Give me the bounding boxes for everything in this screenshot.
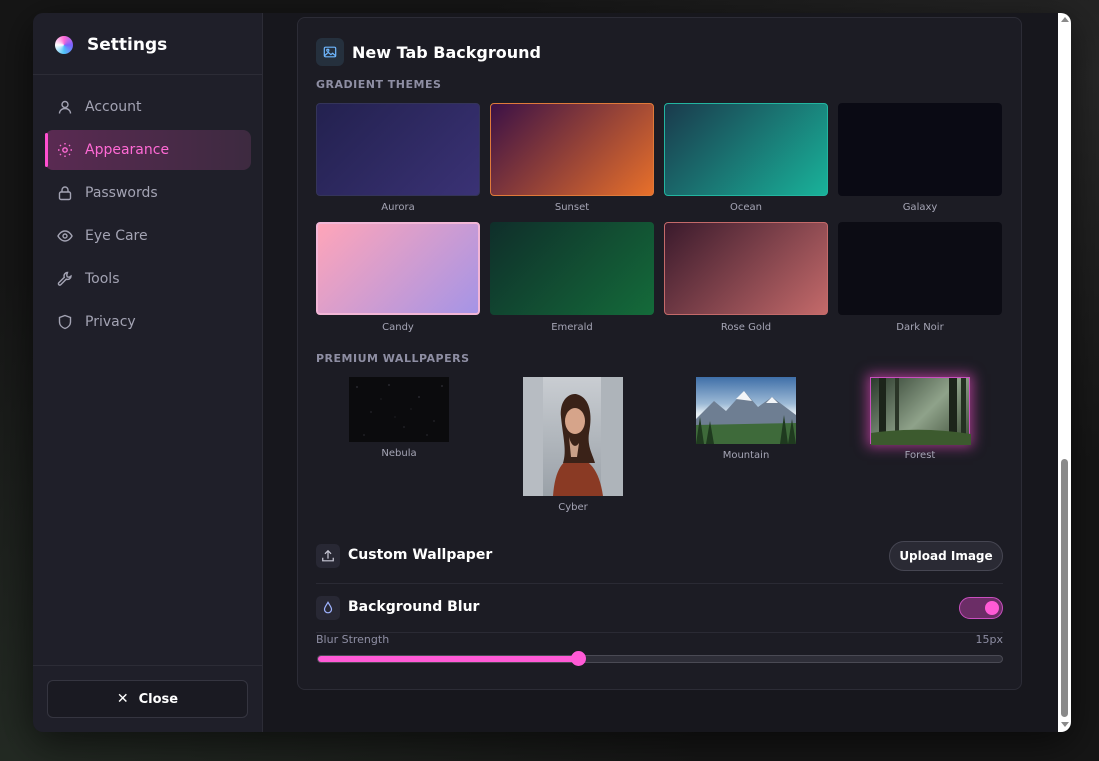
gradient-tile-label: Sunset bbox=[554, 202, 590, 213]
gradient-tile-label: Emerald bbox=[551, 322, 593, 333]
sidebar-item-label: Tools bbox=[85, 271, 120, 287]
scroll-up-arrow-icon[interactable] bbox=[1061, 17, 1069, 22]
sidebar-item-eye-care[interactable]: Eye Care bbox=[45, 216, 251, 256]
sidebar-item-passwords[interactable]: Passwords bbox=[45, 173, 251, 213]
mountain-photo-image bbox=[696, 391, 796, 444]
row-divider bbox=[316, 583, 1003, 584]
upload-image-button[interactable]: Upload Image bbox=[889, 541, 1003, 571]
sidebar-item-label: Privacy bbox=[85, 314, 136, 330]
nebula-stars-image bbox=[356, 384, 443, 436]
wallpaper-label: Cyber bbox=[558, 502, 588, 513]
sidebar-nav: Account Appearance Passwords Eye Care To… bbox=[45, 87, 251, 345]
close-icon: ✕ bbox=[116, 691, 129, 707]
gradient-tile-rose-gold[interactable] bbox=[664, 222, 828, 315]
scroll-down-arrow-icon[interactable] bbox=[1061, 722, 1069, 727]
gradient-tile-galaxy[interactable] bbox=[838, 103, 1002, 196]
new-tab-background-panel: New Tab Background GRADIENT THEMES Auror… bbox=[297, 17, 1022, 690]
blur-strength-slider[interactable] bbox=[317, 655, 1003, 663]
close-button[interactable]: ✕ Close bbox=[47, 680, 248, 718]
sidebar-divider bbox=[33, 74, 263, 75]
blur-strength-label: Blur Strength bbox=[316, 633, 390, 646]
sidebar-item-appearance[interactable]: Appearance bbox=[45, 130, 251, 170]
sidebar-footer-divider bbox=[33, 665, 263, 666]
sidebar-item-label: Passwords bbox=[85, 185, 158, 201]
gradient-tile-label: Galaxy bbox=[902, 202, 938, 213]
custom-wallpaper-label: Custom Wallpaper bbox=[348, 547, 493, 563]
gradient-tile-ocean[interactable] bbox=[664, 103, 828, 196]
sun-icon bbox=[57, 142, 73, 158]
app-logo-icon bbox=[55, 36, 73, 54]
portrait-photo-image bbox=[523, 377, 623, 496]
sidebar-item-label: Account bbox=[85, 99, 142, 115]
row-divider bbox=[316, 632, 1003, 633]
gradient-tile-label: Aurora bbox=[381, 202, 415, 213]
wallpaper-mountain[interactable] bbox=[696, 377, 796, 444]
settings-dialog: Settings Account Appearance Passwords Ey… bbox=[33, 13, 1071, 732]
sidebar-item-label: Eye Care bbox=[85, 228, 148, 244]
gradient-tile-emerald[interactable] bbox=[490, 222, 654, 315]
wallpaper-label: Mountain bbox=[722, 450, 770, 461]
wrench-icon bbox=[57, 271, 73, 287]
blur-icon bbox=[316, 596, 340, 620]
gradient-tile-sunset[interactable] bbox=[490, 103, 654, 196]
gradient-tile-label: Dark Noir bbox=[896, 322, 944, 333]
image-icon bbox=[316, 38, 344, 66]
blur-strength-value: 15px bbox=[975, 633, 1004, 646]
wallpaper-label: Nebula bbox=[381, 448, 417, 459]
forest-photo-image bbox=[871, 378, 971, 445]
close-button-label: Close bbox=[138, 691, 179, 707]
lock-icon bbox=[57, 185, 73, 201]
slider-thumb[interactable] bbox=[571, 651, 586, 666]
wallpaper-forest[interactable] bbox=[870, 377, 971, 445]
panel-header: New Tab Background bbox=[316, 38, 541, 66]
brand: Settings bbox=[55, 33, 167, 57]
premium-wallpapers-label: PREMIUM WALLPAPERS bbox=[316, 352, 470, 365]
background-blur-toggle[interactable] bbox=[959, 597, 1003, 619]
sidebar-item-privacy[interactable]: Privacy bbox=[45, 302, 251, 342]
wallpaper-nebula[interactable] bbox=[349, 377, 449, 442]
background-blur-label: Background Blur bbox=[348, 599, 480, 615]
shield-icon bbox=[57, 314, 73, 330]
slider-fill bbox=[318, 656, 579, 662]
app-title: Settings bbox=[87, 35, 168, 55]
scroll-thumb[interactable] bbox=[1061, 459, 1068, 717]
user-icon bbox=[57, 99, 73, 115]
gradient-tile-label: Rose Gold bbox=[720, 322, 772, 333]
gradient-tile-label: Candy bbox=[382, 322, 414, 333]
main-content: New Tab Background GRADIENT THEMES Auror… bbox=[264, 13, 1058, 732]
sidebar-item-tools[interactable]: Tools bbox=[45, 259, 251, 299]
sidebar-item-account[interactable]: Account bbox=[45, 87, 251, 127]
gradient-tile-dark-noir[interactable] bbox=[838, 222, 1002, 315]
gradient-tile-aurora[interactable] bbox=[316, 103, 480, 196]
toggle-knob bbox=[985, 601, 999, 615]
gradient-tile-label: Ocean bbox=[730, 202, 762, 213]
wallpaper-label: Forest bbox=[904, 450, 936, 461]
sidebar-item-label: Appearance bbox=[85, 142, 170, 158]
eye-icon bbox=[57, 228, 73, 244]
wallpaper-cyber[interactable] bbox=[523, 377, 623, 496]
panel-title: New Tab Background bbox=[352, 42, 541, 62]
gradient-themes-label: GRADIENT THEMES bbox=[316, 78, 442, 91]
upload-icon bbox=[316, 544, 340, 568]
sidebar: Settings Account Appearance Passwords Ey… bbox=[33, 13, 263, 732]
scrollbar[interactable] bbox=[1058, 13, 1071, 732]
gradient-tile-candy[interactable] bbox=[316, 222, 480, 315]
